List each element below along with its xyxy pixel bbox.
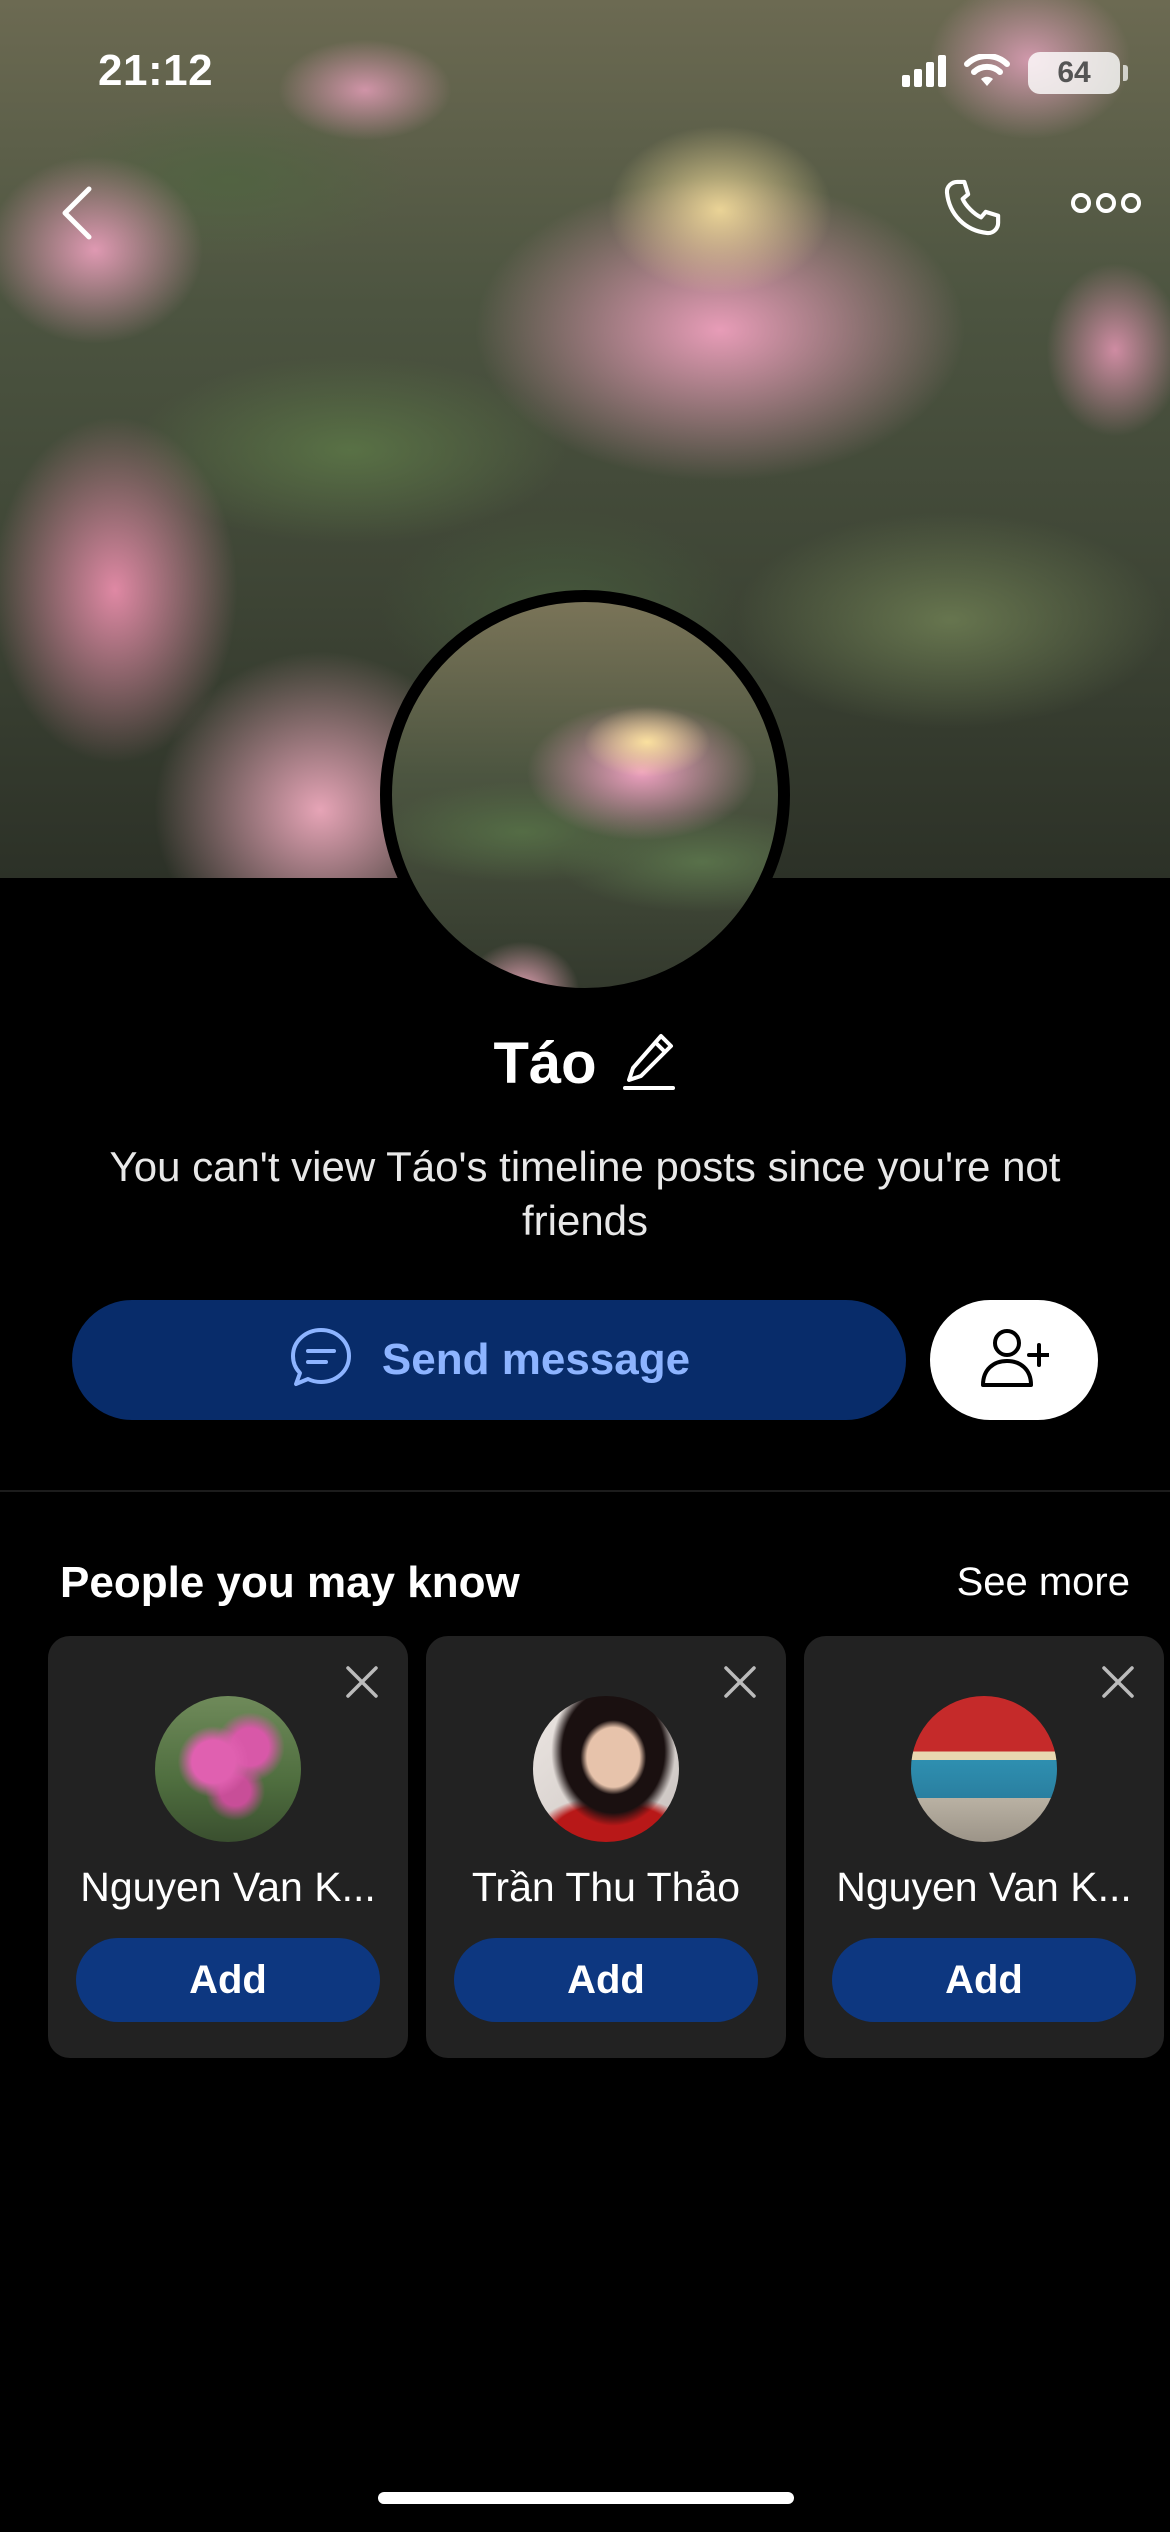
dismiss-button[interactable] xyxy=(1094,1660,1142,1708)
send-message-button[interactable]: Send message xyxy=(72,1300,906,1420)
avatar[interactable] xyxy=(533,1696,679,1842)
send-message-label: Send message xyxy=(381,1335,691,1384)
close-icon xyxy=(345,1665,379,1704)
suggestion-card[interactable]: Trần Thu Thảo Add xyxy=(426,1636,786,2058)
status-icons: 64 xyxy=(902,52,1128,94)
call-button[interactable] xyxy=(930,168,1014,252)
profile-avatar[interactable] xyxy=(380,590,790,1000)
status-time: 21:12 xyxy=(98,46,214,95)
battery-icon: 64 xyxy=(1028,52,1128,94)
suggestion-name: Nguyen Van K... xyxy=(80,1864,376,1910)
close-icon xyxy=(723,1665,757,1704)
wifi-icon xyxy=(964,52,1010,93)
avatar[interactable] xyxy=(155,1696,301,1842)
home-indicator[interactable] xyxy=(378,2492,794,2504)
suggestion-name: Nguyen Van K... xyxy=(836,1864,1132,1910)
dismiss-button[interactable] xyxy=(338,1660,386,1708)
suggestion-card[interactable]: Nguyen Van K... Add xyxy=(804,1636,1164,2058)
close-icon xyxy=(1101,1665,1135,1704)
avatar[interactable] xyxy=(911,1696,1057,1842)
section-divider xyxy=(0,1490,1170,1492)
add-button[interactable]: Add xyxy=(76,1938,380,2022)
see-more-link[interactable]: See more xyxy=(957,1560,1130,1605)
status-bar: 21:12 64 xyxy=(0,0,1170,140)
phone-icon xyxy=(939,175,1005,246)
suggestion-name: Trần Thu Thảo xyxy=(471,1864,741,1910)
battery-level: 64 xyxy=(1057,56,1091,89)
pencil-icon[interactable] xyxy=(621,1030,677,1097)
chat-bubble-icon xyxy=(288,1325,354,1396)
profile-name: Táo xyxy=(493,1031,597,1096)
suggestion-card[interactable]: Nguyen Van K... Add xyxy=(48,1636,408,2058)
profile-name-row: Táo xyxy=(0,1030,1170,1097)
signal-icon xyxy=(902,54,946,92)
suggestions-carousel[interactable]: Nguyen Van K... Add Trần Thu Thảo Add Ng… xyxy=(48,1636,1170,2060)
add-button[interactable]: Add xyxy=(832,1938,1136,2022)
privacy-info-text: You can't view Táo's timeline posts sinc… xyxy=(109,1143,1061,1244)
back-button[interactable] xyxy=(40,178,114,252)
dismiss-button[interactable] xyxy=(716,1660,764,1708)
more-dots-icon xyxy=(1070,191,1142,220)
suggestions-title: People you may know xyxy=(60,1558,520,1607)
back-chevron-icon xyxy=(59,185,95,246)
add-button[interactable]: Add xyxy=(454,1938,758,2022)
more-button[interactable] xyxy=(1064,178,1148,232)
add-friend-button[interactable] xyxy=(930,1300,1098,1420)
add-person-icon xyxy=(979,1325,1051,1396)
